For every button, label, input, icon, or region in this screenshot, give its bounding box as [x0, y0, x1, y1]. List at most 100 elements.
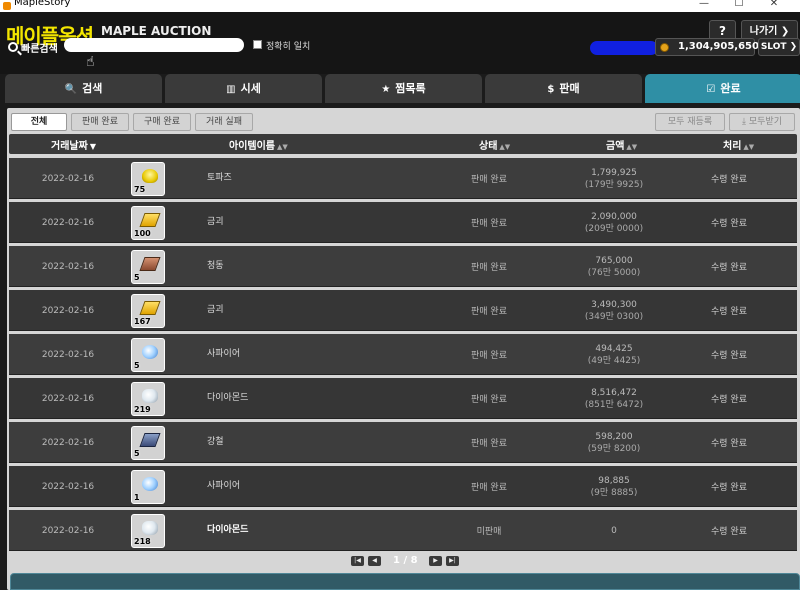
row-process: 수령 완료 — [711, 263, 747, 273]
row-amount: 2,090,000 (209만 0000) — [549, 202, 679, 243]
row-amount: 3,490,300 (349만 0300) — [549, 290, 679, 331]
item-quantity: 5 — [134, 449, 140, 458]
row-item-name: 다이아몬드 — [207, 393, 249, 403]
meso-value: 1,304,905,650 — [678, 41, 759, 52]
slot-button[interactable]: SLOT ❯ — [758, 38, 800, 56]
diamond-icon — [142, 521, 158, 535]
sapphire-icon — [142, 345, 158, 359]
steel-bar-icon — [139, 433, 161, 447]
row-state: 판매 완료 — [471, 263, 507, 273]
column-state[interactable]: 상태 ▲▼ — [479, 137, 510, 152]
table-row[interactable]: 2022-02-16 5 사파이어 판매 완료 494,425 (49만 4425) 수령 … — [9, 334, 797, 375]
tab-market-price-label: 시세 — [240, 82, 261, 95]
table-row[interactable]: 2022-02-16 75 토파즈 판매 완료 1,799,925 (179만 9925)… — [9, 158, 797, 199]
filter-all-button[interactable]: 전체 — [11, 113, 67, 131]
item-quantity: 5 — [134, 361, 140, 370]
search-icon — [8, 42, 18, 52]
item-quantity: 100 — [134, 229, 151, 238]
item-quantity: 75 — [134, 185, 146, 194]
row-amount-korean: (349만 0300) — [584, 311, 644, 322]
close-button[interactable]: ✕ — [760, 0, 788, 10]
chart-icon: ▥ — [226, 84, 236, 95]
item-slot[interactable]: 5 — [131, 250, 165, 284]
exact-match-checkbox[interactable] — [253, 40, 262, 49]
row-amount: 598,200 (59만 8200) — [549, 422, 679, 463]
item-slot[interactable]: 100 — [131, 206, 165, 240]
column-date[interactable]: 거래날짜 ▼ — [51, 137, 96, 152]
row-state: 판매 완료 — [471, 175, 507, 185]
row-process: 수령 완료 — [711, 527, 747, 537]
window-title: MapleStory — [14, 0, 71, 8]
column-process[interactable]: 처리 ▲▼ — [723, 137, 754, 152]
sort-desc-icon: ▼ — [89, 142, 96, 151]
table-row[interactable]: 2022-02-16 167 금괴 판매 완료 3,490,300 (349만 0300)… — [9, 290, 797, 331]
table-row[interactable]: 2022-02-16 5 청동 판매 완료 765,000 (76만 5000) 수령 완료 — [9, 246, 797, 287]
table-row[interactable]: 2022-02-16 218 다이아몬드 미판매 0 수령 완료 — [9, 510, 797, 551]
meso-coin-icon — [660, 43, 669, 52]
item-slot[interactable]: 5 — [131, 426, 165, 460]
row-amount: 98,885 (9만 8885) — [549, 466, 679, 507]
row-amount-korean: (76만 5000) — [587, 267, 641, 278]
bronze-bar-icon — [139, 257, 161, 271]
item-slot[interactable]: 218 — [131, 514, 165, 548]
item-slot[interactable]: 5 — [131, 338, 165, 372]
row-amount-value: 3,490,300 — [591, 299, 637, 310]
column-amount[interactable]: 금액 ▲▼ — [606, 137, 637, 152]
column-date-label: 거래날짜 — [51, 141, 88, 152]
last-page-button[interactable]: ▶| — [446, 556, 459, 566]
row-amount: 8,516,472 (851만 6472) — [549, 378, 679, 419]
filter-sold-button[interactable]: 판매 완료 — [71, 113, 129, 131]
table-row[interactable]: 2022-02-16 5 강철 판매 완료 598,200 (59만 8200) 수령 완료 — [9, 422, 797, 463]
row-process: 수령 완료 — [711, 307, 747, 317]
table-row[interactable]: 2022-02-16 1 사파이어 판매 완료 98,885 (9만 8885) 수령 완료 — [9, 466, 797, 507]
tab-market-price[interactable]: ▥ 시세 — [165, 74, 322, 103]
table-header: 거래날짜 ▼ 아이템이름 ▲▼ 상태 ▲▼ 금액 ▲▼ 처리 ▲▼ — [9, 134, 797, 154]
maximize-button[interactable]: ☐ — [725, 0, 753, 10]
relist-all-button[interactable]: 모두 재등록 — [655, 113, 725, 131]
tab-sell[interactable]: $ 판매 — [485, 74, 642, 103]
next-page-button[interactable]: ▶ — [429, 556, 442, 566]
prev-page-button[interactable]: ◀ — [368, 556, 381, 566]
filter-bought-button[interactable]: 구매 완료 — [133, 113, 191, 131]
row-amount: 1,799,925 (179만 9925) — [549, 158, 679, 199]
tab-wishlist[interactable]: ★ 찜목록 — [325, 74, 482, 103]
row-date: 2022-02-16 — [41, 437, 95, 448]
row-process: 수령 완료 — [711, 483, 747, 493]
row-amount-value: 0 — [611, 525, 617, 536]
item-slot[interactable]: 75 — [131, 162, 165, 196]
checkbox-icon: ☑ — [706, 84, 716, 95]
tab-completed[interactable]: ☑ 완료 — [645, 74, 800, 103]
first-page-button[interactable]: |◀ — [351, 556, 364, 566]
column-state-label: 상태 — [479, 141, 498, 152]
item-slot[interactable]: 167 — [131, 294, 165, 328]
quick-search-label: 빠른검색 — [21, 44, 58, 55]
item-slot[interactable]: 1 — [131, 470, 165, 504]
row-state: 판매 완료 — [471, 483, 507, 493]
table-row[interactable]: 2022-02-16 219 다이아몬드 판매 완료 8,516,472 (851만 64… — [9, 378, 797, 419]
sort-icon: ▲▼ — [626, 143, 638, 151]
row-item-name: 다이아몬드 — [207, 525, 249, 535]
sort-icon: ▲▼ — [277, 143, 288, 151]
row-item-name: 토파즈 — [207, 173, 232, 183]
quick-search-input[interactable] — [64, 38, 244, 52]
row-date: 2022-02-16 — [41, 525, 95, 536]
row-process: 수령 완료 — [711, 395, 747, 405]
row-date: 2022-02-16 — [41, 481, 95, 492]
search-tab-icon: 🔍 — [64, 84, 78, 95]
item-slot[interactable]: 219 — [131, 382, 165, 416]
table-row[interactable]: 2022-02-16 100 금괴 판매 완료 2,090,000 (209만 0000)… — [9, 202, 797, 243]
row-amount: 0 — [549, 510, 679, 551]
hand-cursor-icon: ☝ — [86, 54, 95, 70]
dollar-icon: $ — [547, 84, 555, 95]
column-item-name[interactable]: 아이템이름 ▲▼ — [229, 137, 288, 152]
logo-english: MAPLE AUCTION — [101, 24, 212, 38]
filter-failed-button[interactable]: 거래 실패 — [195, 113, 253, 131]
tab-search[interactable]: 🔍 검색 — [5, 74, 162, 103]
row-state: 판매 완료 — [471, 351, 507, 361]
sort-icon: ▲▼ — [743, 143, 755, 151]
topaz-icon — [142, 169, 158, 183]
minimize-button[interactable]: — — [690, 0, 718, 10]
receive-all-button[interactable]: ⤓ 모두받기 — [729, 113, 795, 131]
row-amount-korean: (851만 6472) — [584, 399, 644, 410]
row-process: 수령 완료 — [711, 351, 747, 361]
